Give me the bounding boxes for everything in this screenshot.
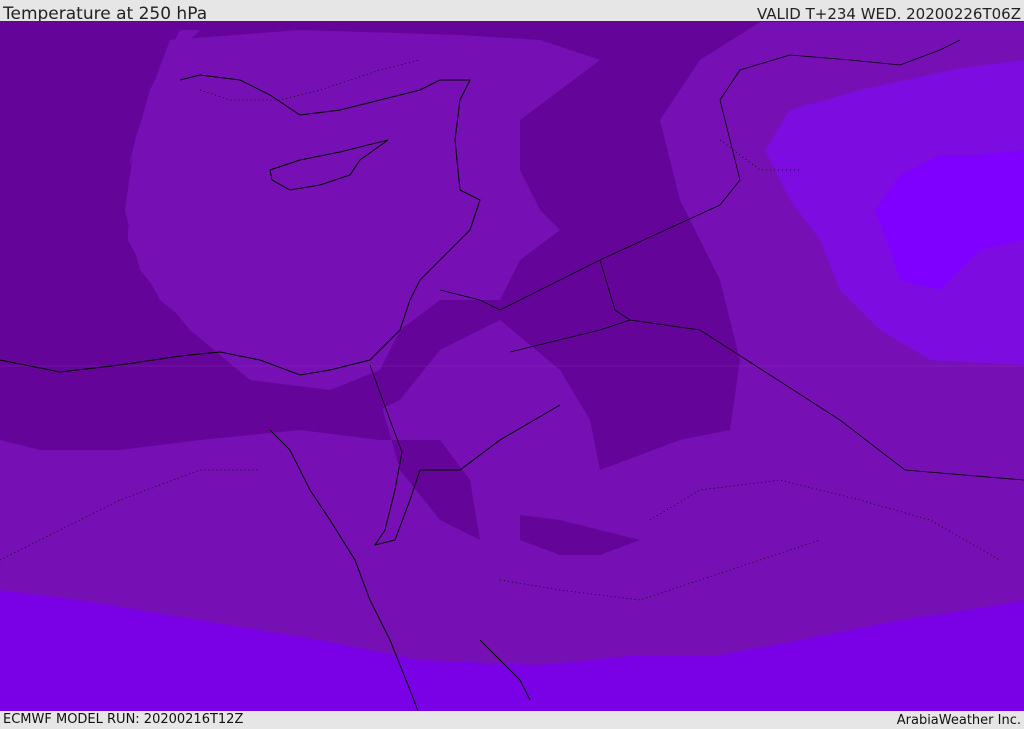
model-run-label: ECMWF MODEL RUN: 20200216T12Z: [3, 712, 244, 727]
weather-map[interactable]: [0, 21, 1024, 711]
credit-label: ArabiaWeather Inc.: [896, 713, 1021, 728]
header-bar: Temperature at 250 hPa VALID T+234 WED. …: [0, 0, 1024, 24]
